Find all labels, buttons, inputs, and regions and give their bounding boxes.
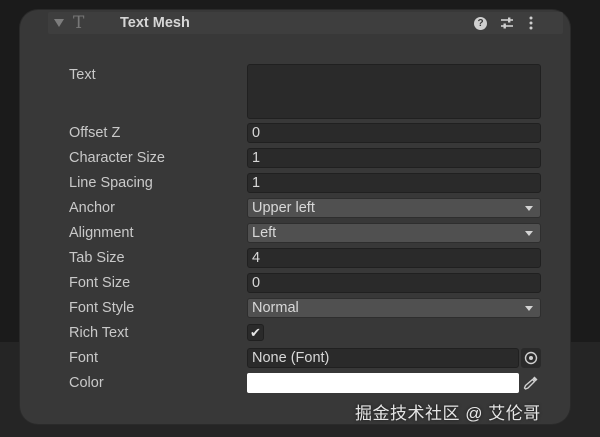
object-picker-icon[interactable]: [521, 348, 541, 368]
chevron-down-icon: [525, 306, 533, 311]
font-size-label: Font Size: [69, 275, 131, 291]
alignment-dropdown[interactable]: Left: [247, 223, 541, 243]
rich-text-label: Rich Text: [69, 325, 129, 341]
chevron-down-icon: [525, 206, 533, 211]
kebab-menu-icon[interactable]: [528, 16, 534, 30]
offset-z-label: Offset Z: [69, 125, 121, 141]
triangle-down-icon[interactable]: [54, 19, 64, 27]
anchor-value: Upper left: [252, 200, 315, 216]
character-size-field[interactable]: 1: [247, 148, 541, 168]
alignment-value: Left: [252, 225, 277, 241]
rich-text-checkbox[interactable]: ✔: [247, 324, 264, 341]
character-size-label: Character Size: [69, 150, 165, 166]
font-style-dropdown[interactable]: Normal: [247, 298, 541, 318]
component-header[interactable]: T Text Mesh ?: [48, 12, 563, 34]
text-label: Text: [69, 67, 96, 83]
font-object-field[interactable]: None (Font): [247, 348, 519, 368]
sliders-icon[interactable]: [500, 16, 514, 30]
component-title: Text Mesh: [120, 15, 190, 31]
font-size-field[interactable]: 0: [247, 273, 541, 293]
color-swatch[interactable]: [247, 373, 519, 393]
font-style-label: Font Style: [69, 300, 135, 316]
line-spacing-label: Line Spacing: [69, 175, 153, 191]
anchor-label: Anchor: [69, 200, 115, 216]
eyedropper-icon[interactable]: [522, 374, 540, 392]
text-component-icon: T: [73, 13, 85, 33]
tab-size-label: Tab Size: [69, 250, 125, 266]
font-label: Font: [69, 350, 99, 366]
tab-size-field[interactable]: 4: [247, 248, 541, 268]
line-spacing-field[interactable]: 1: [247, 173, 541, 193]
text-area[interactable]: [247, 64, 541, 119]
chevron-down-icon: [525, 231, 533, 236]
help-icon[interactable]: ?: [474, 17, 487, 30]
alignment-label: Alignment: [69, 225, 134, 241]
offset-z-field[interactable]: 0: [247, 123, 541, 143]
watermark-text: 掘金技术社区 @ 艾伦哥: [355, 404, 541, 423]
color-label: Color: [69, 375, 104, 391]
font-style-value: Normal: [252, 300, 299, 316]
anchor-dropdown[interactable]: Upper left: [247, 198, 541, 218]
inspector-panel: T Text Mesh ? Text Offset Z 0 Character …: [20, 10, 570, 424]
